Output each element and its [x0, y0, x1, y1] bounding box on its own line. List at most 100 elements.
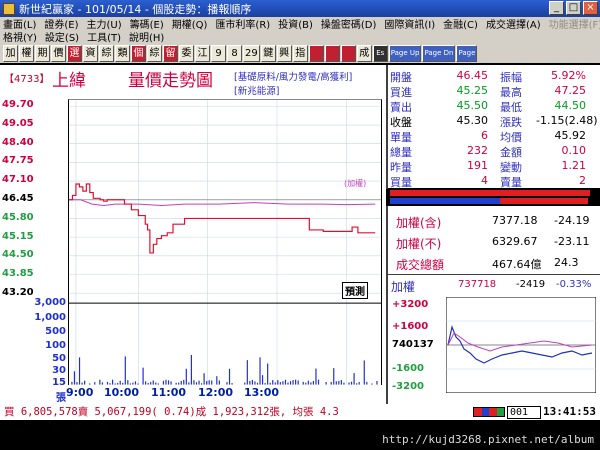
index-label: 加權(不)	[396, 237, 442, 251]
status-color-bar	[473, 407, 506, 417]
mini-tick-label: +1600	[392, 321, 429, 332]
intraday-chart[interactable]	[68, 99, 382, 385]
price-tick-label: 49.70	[2, 99, 34, 110]
toolbar-page-button[interactable]: Page	[456, 44, 478, 62]
toolbar-button[interactable]: 9	[211, 44, 226, 62]
volume-bar	[195, 382, 198, 385]
quote-label: 變動	[500, 161, 522, 174]
volume-bar	[287, 382, 289, 385]
toolbar-button[interactable]: 資	[83, 44, 98, 62]
toolbar-button[interactable]: 價	[51, 44, 66, 62]
quote-label: 買進	[390, 86, 412, 99]
toolbar-button[interactable]: 鍵	[260, 44, 276, 62]
toolbar-button[interactable]: 期	[35, 44, 50, 62]
status-bar: 買 6,805,578賣 5,067,199( 0.74)成 1,923,312…	[0, 404, 600, 420]
volume-bar	[277, 380, 279, 385]
volume-bar	[289, 381, 292, 385]
minimize-icon[interactable]: _	[549, 1, 564, 15]
menu-item[interactable]: 金融(C)	[443, 16, 478, 31]
quote-label: 均價	[500, 131, 522, 144]
stock-category[interactable]: [基礎原料/風力發電/高獲利]	[234, 69, 352, 83]
volume-bar	[246, 360, 248, 385]
chart-title: 量價走勢圖	[128, 71, 213, 91]
toolbar-button[interactable]: 留	[163, 44, 178, 62]
price-tick-label: 47.75	[2, 155, 34, 167]
toolbar-button[interactable]	[324, 44, 340, 62]
stock-code-input[interactable]: 001	[507, 405, 542, 419]
mini-index-pct: -0.33%	[556, 279, 592, 290]
volume-bar	[81, 382, 83, 385]
volume-bar	[193, 380, 195, 385]
volume-bar	[147, 382, 149, 385]
volume-bar	[142, 367, 144, 385]
toolbar-button[interactable]: 成	[356, 44, 372, 62]
volume-bar	[152, 380, 154, 385]
quote-panel: 開盤 46.45 振幅 5.92% 買進 45.25 最高 47.25 賣出 45.50 最低 44.…	[386, 65, 600, 189]
toolbar-button[interactable]: 類	[115, 44, 130, 62]
menu-item[interactable]: 操盤密碼(D)	[321, 16, 377, 31]
menu-item[interactable]: 格視(Y)	[3, 29, 37, 44]
toolbar-button[interactable]: 江	[195, 44, 210, 62]
maximize-icon[interactable]: □	[566, 1, 581, 15]
close-icon[interactable]: ×	[583, 1, 598, 15]
volume-bar	[150, 382, 152, 385]
quote-row: 總量 232 金額 0.10	[388, 144, 600, 159]
toolbar-page-button[interactable]: Page Up	[388, 44, 422, 62]
price-tick-label: 43.85	[2, 268, 34, 280]
price-tick-label: 46.45	[2, 193, 34, 204]
quote-value: 45.92	[554, 129, 587, 142]
volume-tick-label: 30	[52, 365, 66, 376]
mini-index-chart[interactable]	[446, 297, 596, 393]
toolbar-button[interactable]: 選	[67, 44, 82, 62]
volume-bar	[157, 383, 159, 385]
toolbar-button[interactable]	[340, 44, 356, 62]
volume-bar	[198, 380, 200, 385]
toolbar-button[interactable]: 個	[131, 44, 146, 62]
volume-bar	[256, 382, 259, 385]
volume-bar	[178, 382, 180, 385]
volume-bar	[353, 373, 355, 385]
forecast-label[interactable]: 預測	[342, 282, 368, 299]
volume-bar	[185, 368, 187, 385]
quote-value: 232	[467, 144, 488, 157]
volume-bar	[84, 380, 86, 385]
stock-category-2[interactable]: [新兆能源]	[234, 83, 279, 97]
toolbar-button[interactable]	[308, 44, 324, 62]
menu-item[interactable]: 國際資訊(I)	[384, 16, 435, 31]
menu-item[interactable]: 說明(H)	[129, 29, 164, 44]
toolbar-button[interactable]: 委	[179, 44, 194, 62]
quote-label: 賣出	[390, 101, 412, 114]
toolbar-button[interactable]: 8	[227, 44, 242, 62]
quote-value: 5.92%	[551, 69, 586, 82]
toolbar-button[interactable]: 29	[243, 44, 260, 62]
toolbar-button[interactable]: 指	[292, 44, 308, 62]
toolbar-button[interactable]: 興	[276, 44, 292, 62]
index-value: 467.64億	[492, 258, 542, 271]
menu-item[interactable]: 成交選擇(A)	[486, 16, 541, 31]
toolbar-page-button[interactable]: Es	[372, 44, 388, 62]
volume-tick-label: 1,000	[34, 312, 66, 323]
mini-tick-label: 740137	[392, 339, 434, 350]
menu-item[interactable]: 工具(T)	[87, 29, 121, 44]
quote-row: 昨量 191 變動 1.21	[388, 159, 600, 174]
volume-bar	[295, 379, 297, 385]
clock: 13:41:53	[543, 405, 596, 418]
toolbar-button[interactable]: 加	[3, 44, 18, 62]
volume-bar	[218, 380, 220, 385]
volume-bar	[183, 379, 185, 385]
volume-bar	[312, 381, 315, 385]
menu-item[interactable]: 匯市利率(R)	[215, 16, 270, 31]
market-index-panel: 加權(含) 7377.18 -24.19 加權(不) 6329.67 -23.11 成交總額…	[386, 206, 600, 274]
menu-item[interactable]: 投資(B)	[278, 16, 313, 31]
toolbar-button[interactable]: 權	[19, 44, 34, 62]
price-volume-chart-panel: 【4733】 上緯 量價走勢圖 [基礎原料/風力發電/高獲利] [新兆能源] 4…	[0, 65, 386, 404]
price-tick-label: 45.80	[2, 211, 34, 223]
menu-item[interactable]: 期權(Q)	[172, 16, 208, 31]
volume-bar	[94, 382, 96, 385]
menu-item[interactable]: 設定(S)	[45, 29, 79, 44]
toolbar-button[interactable]: 綜	[147, 44, 162, 62]
volume-bar	[73, 371, 76, 385]
toolbar-page-button[interactable]: Page Dn	[422, 44, 456, 62]
toolbar-button[interactable]: 綜	[99, 44, 114, 62]
volume-bar	[251, 379, 254, 385]
